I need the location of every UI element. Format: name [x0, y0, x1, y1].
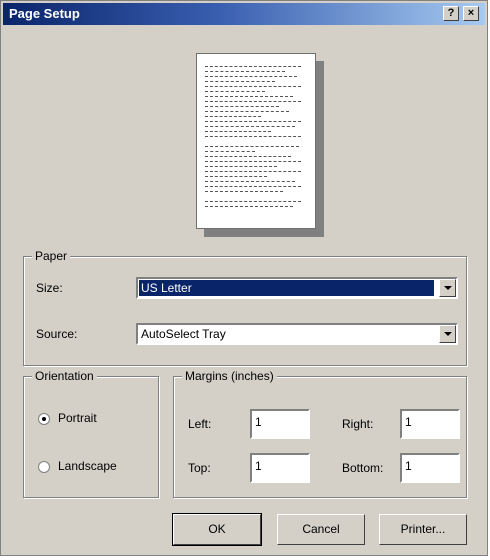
source-label: Source:: [36, 327, 78, 341]
close-button[interactable]: ×: [463, 6, 479, 21]
left-margin-input[interactable]: 1: [250, 409, 310, 439]
orientation-legend: Orientation: [32, 369, 97, 383]
help-button[interactable]: ?: [443, 6, 459, 21]
size-label: Size:: [36, 281, 63, 295]
size-value: US Letter: [139, 280, 434, 296]
printer-button[interactable]: Printer...: [379, 514, 467, 545]
page-setup-dialog: Page Setup ? × Paper Size: US Letter Sou…: [0, 0, 488, 556]
portrait-radio[interactable]: [38, 413, 50, 425]
bottom-margin-input[interactable]: 1: [400, 453, 460, 483]
page-preview: [196, 53, 316, 229]
source-value: AutoSelect Tray: [141, 327, 226, 341]
landscape-label[interactable]: Landscape: [58, 459, 117, 473]
right-margin-label: Right:: [342, 417, 374, 431]
source-select[interactable]: AutoSelect Tray: [136, 323, 458, 345]
size-select[interactable]: US Letter: [136, 277, 458, 299]
portrait-label[interactable]: Portrait: [58, 411, 97, 425]
right-margin-input[interactable]: 1: [400, 409, 460, 439]
margins-legend: Margins (inches): [182, 369, 277, 383]
title-bar: Page Setup ? ×: [3, 3, 485, 25]
ok-button[interactable]: OK: [172, 513, 262, 546]
margins-group: Margins (inches) Left: 1 Right: 1 Top: 1…: [173, 369, 467, 498]
landscape-radio[interactable]: [38, 461, 50, 473]
orientation-group: Orientation Portrait Landscape: [23, 369, 159, 498]
paper-legend: Paper: [32, 249, 71, 263]
chevron-down-icon[interactable]: [439, 325, 456, 343]
paper-group: Paper Size: US Letter Source: AutoSelect…: [23, 249, 467, 366]
left-margin-label: Left:: [188, 417, 212, 431]
top-margin-input[interactable]: 1: [250, 453, 310, 483]
chevron-down-icon[interactable]: [439, 279, 456, 297]
cancel-button[interactable]: Cancel: [277, 514, 365, 545]
bottom-margin-label: Bottom:: [342, 461, 384, 475]
window-title: Page Setup: [9, 6, 80, 21]
top-margin-label: Top:: [188, 461, 211, 475]
